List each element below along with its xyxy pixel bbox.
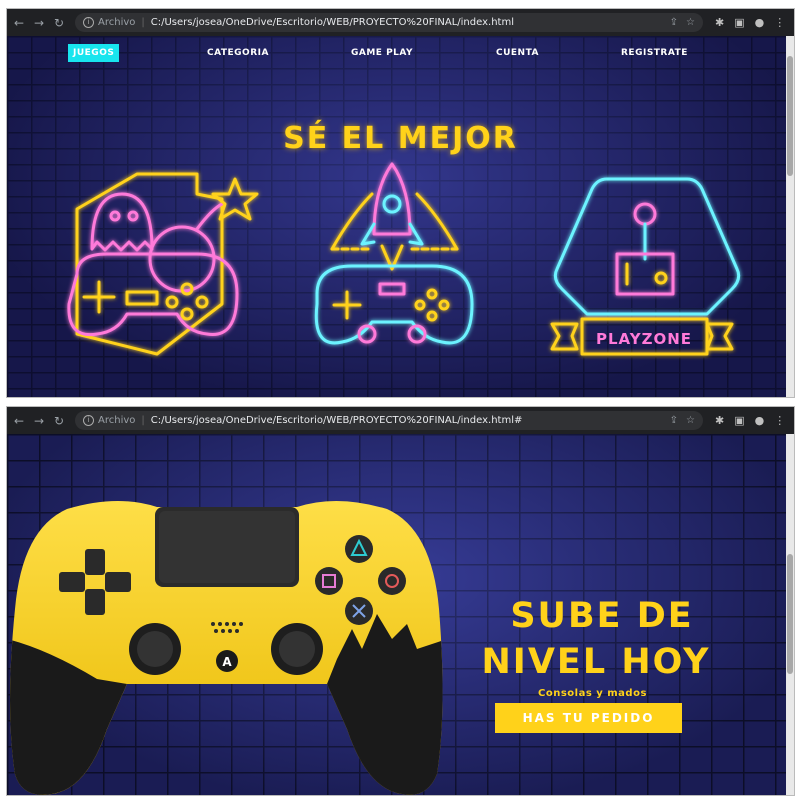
url-text[interactable]: C:/Users/josea/OneDrive/Escritorio/WEB/P…	[151, 17, 514, 28]
nav-item-registrate[interactable]: REGISTRATE	[621, 48, 688, 58]
nav-item-game-play[interactable]: GAME PLAY	[351, 48, 413, 58]
yellow-gamepad-image: A	[10, 500, 443, 795]
share-icon[interactable]: ⇪	[670, 17, 678, 28]
promo-title-line1: SUBE DE	[510, 596, 694, 636]
promo-title-line2: NIVEL HOY	[481, 642, 711, 682]
neon-rocket-controller-icon	[314, 162, 474, 345]
controller-center-logo: A	[222, 655, 232, 669]
reload-icon[interactable]: ↻	[51, 414, 67, 428]
playzone-badge-text: PLAYZONE	[596, 330, 692, 348]
page-scrollbar[interactable]	[786, 36, 794, 397]
side-panel-icon[interactable]: ▣	[734, 16, 744, 29]
bookmark-star-icon[interactable]: ☆	[686, 17, 695, 28]
extensions-icon[interactable]: ✱	[715, 414, 724, 427]
forward-arrow-icon[interactable]: →	[31, 16, 47, 30]
origin-label: Archivo	[98, 17, 136, 28]
address-bar[interactable]: i Archivo | C:/Users/josea/OneDrive/Escr…	[75, 411, 703, 430]
neon-ghost-controller-icon	[67, 172, 259, 356]
promo-subtitle: Consolas y mados	[538, 688, 647, 699]
side-panel-icon[interactable]: ▣	[734, 414, 744, 427]
browser-window-bottom: ← → ↻ i Archivo | C:/Users/josea/OneDriv…	[7, 407, 794, 795]
profile-icon[interactable]: ●	[755, 16, 765, 29]
menu-icon[interactable]: ⋮	[774, 16, 785, 29]
profile-icon[interactable]: ●	[755, 414, 765, 427]
info-icon[interactable]: i	[83, 17, 94, 28]
bookmark-star-icon[interactable]: ☆	[686, 415, 695, 426]
page-scrollbar[interactable]	[786, 434, 794, 795]
nav-item-categoria[interactable]: CATEGORIA	[207, 48, 269, 58]
info-icon[interactable]: i	[83, 415, 94, 426]
page-viewport: JUEGOS CATEGORIA GAME PLAY CUENTA REGIST…	[7, 36, 794, 397]
back-arrow-icon[interactable]: ←	[11, 414, 27, 428]
address-bar[interactable]: i Archivo | C:/Users/josea/OneDrive/Escr…	[75, 13, 703, 32]
scrollbar-thumb[interactable]	[787, 554, 793, 674]
share-icon[interactable]: ⇪	[670, 415, 678, 426]
main-nav: JUEGOS CATEGORIA GAME PLAY CUENTA REGIST…	[7, 42, 794, 64]
back-arrow-icon[interactable]: ←	[11, 16, 27, 30]
browser-toolbar: ← → ↻ i Archivo | C:/Users/josea/OneDriv…	[7, 9, 794, 36]
origin-label: Archivo	[98, 415, 136, 426]
page-viewport: A SUBE DE NIVEL HOY Consolas y mados HAS…	[7, 434, 794, 795]
hero-title: SÉ EL MEJOR	[283, 121, 518, 156]
scrollbar-thumb[interactable]	[787, 56, 793, 176]
menu-icon[interactable]: ⋮	[774, 414, 785, 427]
reload-icon[interactable]: ↻	[51, 16, 67, 30]
forward-arrow-icon[interactable]: →	[31, 414, 47, 428]
extensions-icon[interactable]: ✱	[715, 16, 724, 29]
browser-toolbar: ← → ↻ i Archivo | C:/Users/josea/OneDriv…	[7, 407, 794, 434]
browser-window-top: ← → ↻ i Archivo | C:/Users/josea/OneDriv…	[7, 9, 794, 397]
nav-item-juegos[interactable]: JUEGOS	[68, 44, 120, 62]
order-button[interactable]: HAS TU PEDIDO	[495, 703, 682, 733]
nav-item-cuenta[interactable]: CUENTA	[496, 48, 539, 58]
url-text[interactable]: C:/Users/josea/OneDrive/Escritorio/WEB/P…	[151, 415, 523, 426]
neon-joystick-playzone-icon: PLAYZONE	[550, 177, 741, 356]
